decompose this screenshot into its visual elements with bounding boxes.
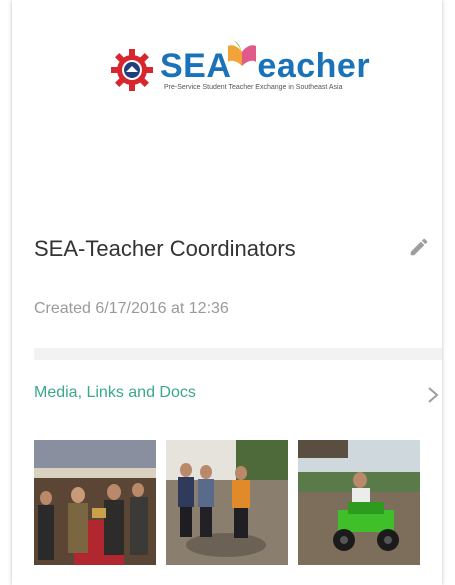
media-links-docs-row[interactable]: Media, Links and Docs — [34, 372, 442, 418]
logo-tagline: Pre-Service Student Teacher Exchange in … — [164, 84, 343, 91]
created-timestamp: Created 6/17/2016 at 12:36 — [34, 300, 229, 317]
photo-thumbnail[interactable] — [298, 440, 420, 565]
logo-wordmark-rest: eacher — [257, 47, 371, 85]
section-divider — [34, 348, 442, 360]
photo-thumbnail[interactable] — [166, 440, 288, 565]
logo-wordmark-sea: SEA — [160, 47, 232, 85]
sea-teacher-logo: SEA eacher Pre-Service Student Teacher Ex… — [110, 40, 370, 100]
gear-emblem-icon — [111, 49, 153, 91]
photo-atv-ride — [298, 440, 420, 565]
group-info-panel: SEA eacher Pre-Service Student Teacher Ex… — [12, 0, 442, 585]
chevron-right-icon — [428, 387, 439, 403]
logo-wordmark: SEA eacher — [160, 48, 370, 84]
media-links-docs-label: Media, Links and Docs — [34, 384, 196, 401]
photo-ceremony — [34, 440, 156, 565]
photo-thumbnail[interactable] — [34, 440, 156, 565]
edit-pencil-icon[interactable] — [408, 236, 430, 258]
photo-group-outdoors — [166, 440, 288, 565]
group-title: SEA-Teacher Coordinators — [34, 236, 296, 261]
